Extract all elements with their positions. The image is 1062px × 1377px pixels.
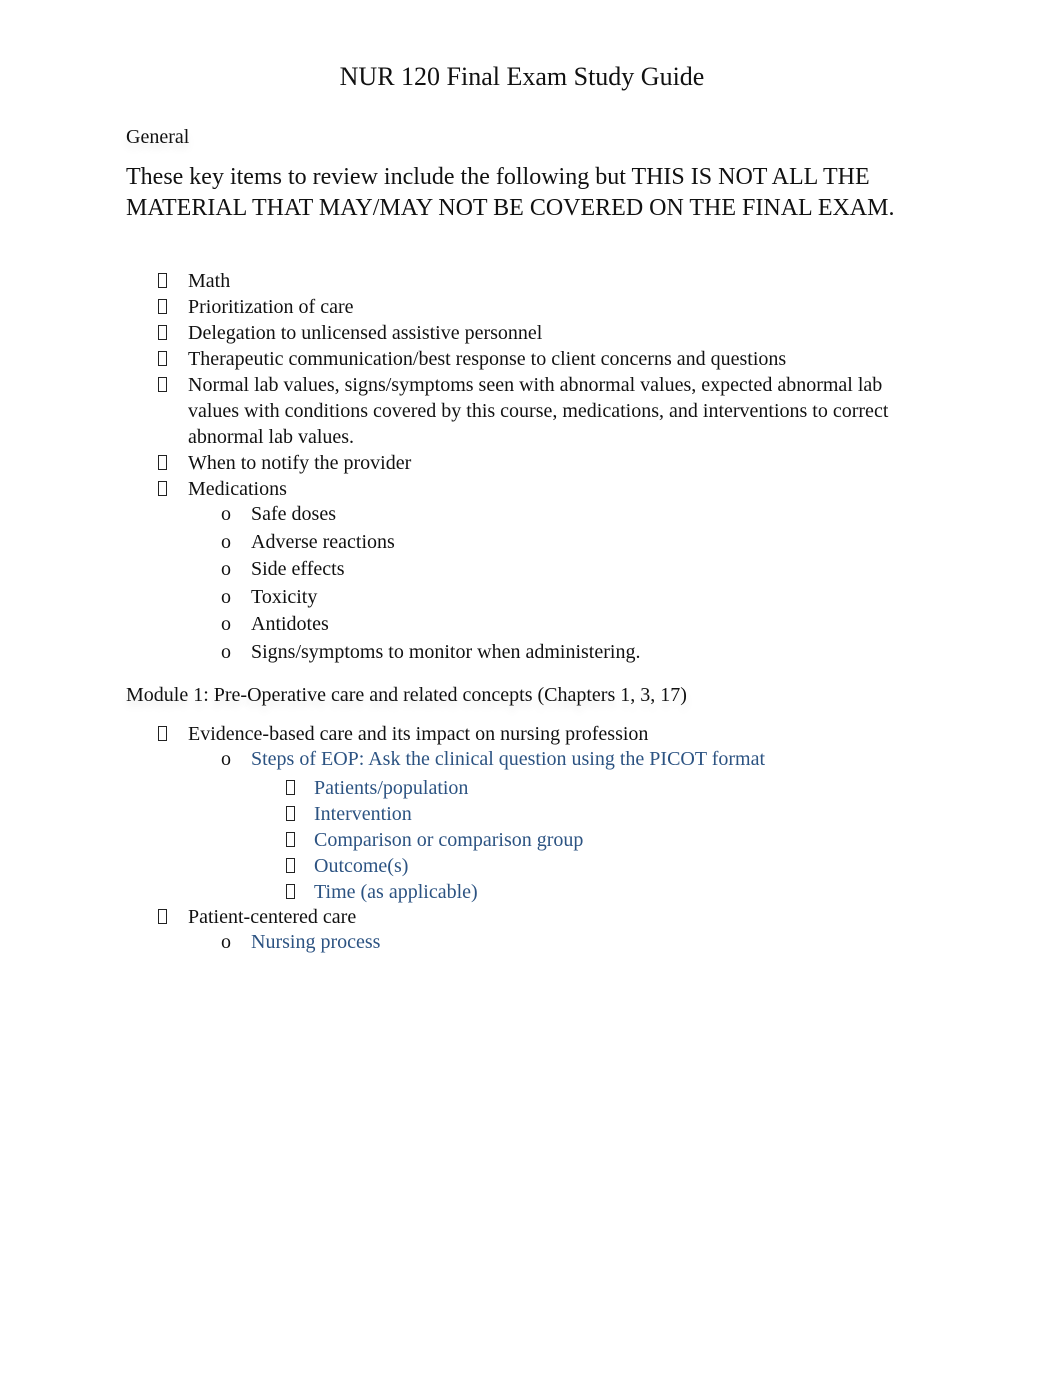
bullet-icon [286,804,295,830]
circle-bullet-icon: o [221,640,231,663]
bullet-icon [158,907,167,933]
module1-list: Evidence-based care and its impact on nu… [158,721,648,747]
bullet-icon [158,453,167,479]
patient-centered-sublist: o Nursing process [221,929,381,955]
list-item: Intervention [286,801,583,827]
general-list: Math Prioritization of care Delegation t… [158,268,928,502]
list-item: When to notify the provider [158,450,928,476]
bullet-icon [158,349,167,375]
picot-list: Patients/population Intervention Compari… [286,775,583,905]
list-item: o Steps of EOP: Ask the clinical question… [221,748,766,770]
circle-bullet-icon: o [221,558,231,580]
list-item: o Safe doses [221,501,640,529]
document-page: NUR 120 Final Exam Study Guide General T… [0,0,1062,1377]
list-item: Comparison or comparison group [286,827,583,853]
circle-bullet-icon: o [221,613,231,635]
list-item: o Nursing process [221,931,381,953]
list-item: Patients/population [286,775,583,801]
bullet-icon [158,479,167,505]
bullet-icon [286,778,295,804]
intro-paragraph: These key items to review include the fo… [126,164,895,221]
section-heading-general: General [126,126,190,148]
bullet-icon [158,375,167,401]
list-item: Delegation to unlicensed assistive perso… [158,320,928,346]
bullet-icon [158,724,167,750]
list-item: o Adverse reactions [221,529,640,557]
section-heading-module1: Module 1: Pre-Operative care and related… [126,684,687,706]
list-item: Normal lab values, signs/symptoms seen w… [158,372,928,450]
list-item: Outcome(s) [286,853,583,879]
list-item: o Signs/symptoms to monitor when administ… [221,639,640,667]
list-item: Math [158,268,928,294]
bullet-icon [158,323,167,349]
circle-bullet-icon: o [221,530,231,553]
bullet-icon [158,297,167,323]
list-item: Medications [158,476,928,502]
list-item: o Antidotes [221,611,640,639]
circle-bullet-icon: o [221,931,231,953]
medications-sublist: o Safe doses o Adverse reactions o Side eff… [221,501,640,667]
list-item: o Side effects [221,556,640,584]
bullet-icon [286,856,295,882]
list-item: Time (as applicable) [286,879,583,905]
bullet-icon [286,830,295,856]
module1-list-2: Patient-centered care [158,904,356,930]
ebp-sublist: o Steps of EOP: Ask the clinical question… [221,746,766,772]
page-title: NUR 120 Final Exam Study Guide [339,62,705,91]
circle-bullet-icon: o [221,585,231,608]
circle-bullet-icon: o [221,748,231,770]
list-item: Patient-centered care [158,904,356,930]
list-item: Prioritization of care [158,294,928,320]
circle-bullet-icon: o [221,503,231,525]
list-item: Therapeutic communication/best response … [158,346,928,372]
list-item: o Toxicity [221,584,640,612]
bullet-icon [158,271,167,297]
list-item: Evidence-based care and its impact on nu… [158,721,648,747]
